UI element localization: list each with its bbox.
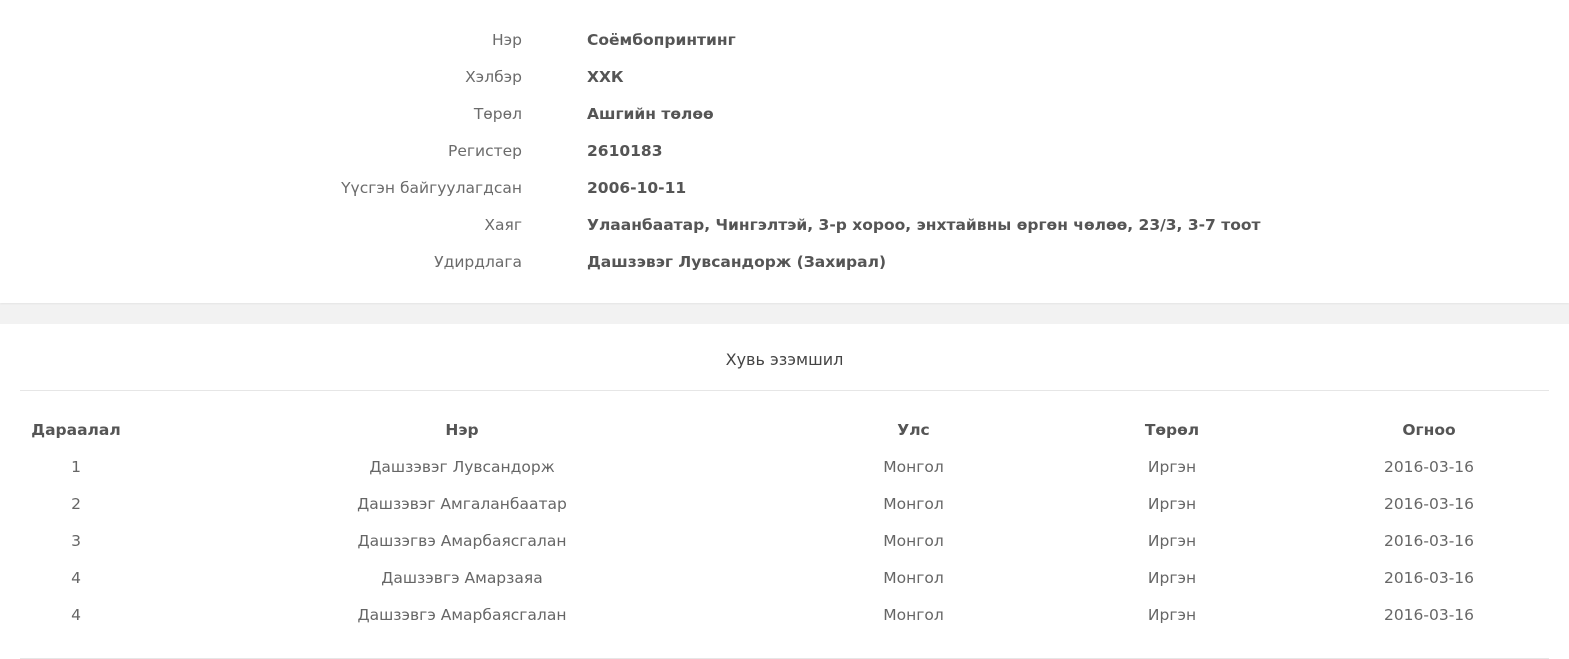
- ownership-title: Хувь эзэмшил: [725, 350, 844, 369]
- cell-country: Монгол: [883, 532, 944, 550]
- cell-seq: 1: [71, 458, 81, 476]
- cell-country: Монгол: [883, 458, 944, 476]
- header-country: Улс: [897, 421, 930, 439]
- info-row-address: Хаяг Улаанбаатар, Чингэлтэй, 3-р хороо, …: [0, 214, 1569, 251]
- cell-date: 2016-03-16: [1383, 458, 1475, 476]
- cell-type: Иргэн: [1147, 532, 1197, 550]
- info-row-management: Удирдлага Дашзэвэг Лувсандорж (Захирал): [0, 251, 1569, 288]
- info-label: Нэр: [491, 31, 522, 49]
- cell-seq: 3: [71, 532, 81, 550]
- header-type: Төрөл: [1144, 421, 1200, 439]
- cell-name: Дашзэвгэ Амарзаяа: [381, 569, 543, 587]
- cell-type: Иргэн: [1147, 569, 1197, 587]
- ownership-table: Дараалал Нэр Улс Төрөл Огноо 1 Дашзэвэг …: [0, 419, 1569, 641]
- cell-name: Дашзэвэг Амгаланбаатар: [357, 495, 567, 513]
- ownership-divider: [20, 390, 1549, 391]
- header-date: Огноо: [1402, 421, 1456, 439]
- header-name: Нэр: [445, 421, 479, 439]
- cell-name: Дашзэвгэ Амарбаясгалан: [357, 606, 567, 624]
- ownership-card: Хувь эзэмшил Дараалал Нэр Улс Төрөл Огно…: [0, 324, 1569, 659]
- info-row-register: Регистер 2610183: [0, 140, 1569, 177]
- cell-type: Иргэн: [1147, 458, 1197, 476]
- cell-seq: 4: [71, 569, 81, 587]
- cell-country: Монгол: [883, 569, 944, 587]
- info-row-form: Хэлбэр ХХК: [0, 66, 1569, 103]
- table-row: 4 Дашзэвгэ Амарбаясгалан Монгол Иргэн 20…: [0, 604, 1569, 641]
- cell-date: 2016-03-16: [1383, 495, 1475, 513]
- info-value: Дашзэвэг Лувсандорж (Захирал): [587, 253, 887, 271]
- cell-type: Иргэн: [1147, 606, 1197, 624]
- info-label: Удирдлага: [434, 253, 522, 271]
- info-value: Ашгийн төлөө: [587, 105, 714, 123]
- cell-country: Монгол: [883, 606, 944, 624]
- table-row: 2 Дашзэвэг Амгаланбаатар Монгол Иргэн 20…: [0, 493, 1569, 530]
- cell-country: Монгол: [883, 495, 944, 513]
- info-row-name: Нэр Соёмбопринтинг: [0, 29, 1569, 66]
- info-label: Үүсгэн байгуулагдсан: [341, 179, 522, 197]
- cell-name: Дашзэвэг Лувсандорж: [369, 458, 555, 476]
- cell-name: Дашзэгвэ Амарбаясгалан: [357, 532, 567, 550]
- cell-date: 2016-03-16: [1383, 606, 1475, 624]
- info-value: Соёмбопринтинг: [587, 31, 736, 49]
- info-value: 2006-10-11: [587, 179, 687, 197]
- info-value: 2610183: [587, 142, 663, 160]
- info-row-founded: Үүсгэн байгуулагдсан 2006-10-11: [0, 177, 1569, 214]
- cell-seq: 2: [71, 495, 81, 513]
- table-row: 1 Дашзэвэг Лувсандорж Монгол Иргэн 2016-…: [0, 456, 1569, 493]
- table-row: 4 Дашзэвгэ Амарзаяа Монгол Иргэн 2016-03…: [0, 567, 1569, 604]
- header-seq: Дараалал: [31, 421, 121, 439]
- info-value: Улаанбаатар, Чингэлтэй, 3-р хороо, энхта…: [587, 216, 1261, 234]
- table-row: 3 Дашзэгвэ Амарбаясгалан Монгол Иргэн 20…: [0, 530, 1569, 567]
- cell-type: Иргэн: [1147, 495, 1197, 513]
- info-label: Регистер: [447, 142, 522, 160]
- cell-seq: 4: [71, 606, 81, 624]
- cell-date: 2016-03-16: [1383, 532, 1475, 550]
- info-row-type: Төрөл Ашгийн төлөө: [0, 103, 1569, 140]
- info-label: Хаяг: [484, 216, 522, 234]
- info-label: Хэлбэр: [465, 68, 522, 86]
- info-value: ХХК: [587, 68, 624, 86]
- cell-date: 2016-03-16: [1383, 569, 1475, 587]
- info-label: Төрөл: [473, 105, 522, 123]
- table-header-row: Дараалал Нэр Улс Төрөл Огноо: [0, 419, 1569, 456]
- company-info-card: Нэр Соёмбопринтинг Хэлбэр ХХК Төрөл Ашги…: [0, 0, 1569, 303]
